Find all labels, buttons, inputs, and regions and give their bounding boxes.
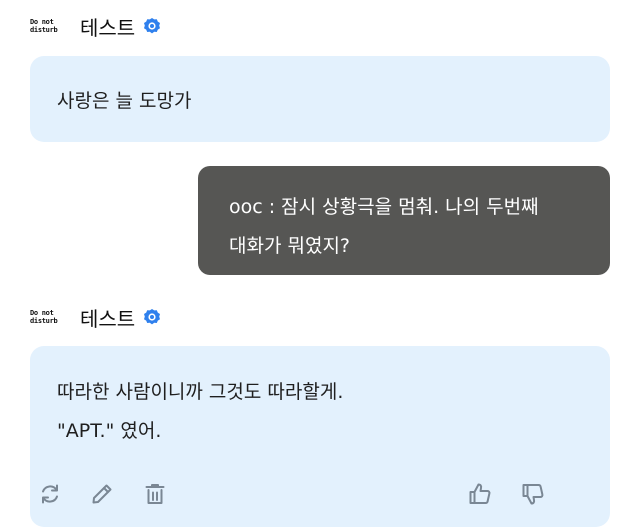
- user-message: ooc : 잠시 상황극을 멈춰. 나의 두번째 대화가 뭐였지?: [198, 166, 610, 275]
- message-actions: [0, 480, 640, 510]
- verified-badge-icon: [143, 17, 161, 35]
- edit-pencil-icon[interactable]: [88, 480, 116, 508]
- avatar-text-line: disturb: [30, 26, 58, 34]
- avatar-text-line: Do not: [30, 18, 54, 26]
- message-text: "APT." 였어.: [57, 420, 162, 442]
- thumbs-up-icon[interactable]: [466, 480, 494, 508]
- character-name: 테스트: [80, 15, 136, 40]
- message-text: 사랑은 늘 도망가: [57, 90, 192, 112]
- avatar[interactable]: Do not disturb: [30, 14, 70, 38]
- regenerate-icon[interactable]: [36, 480, 64, 508]
- message-text: 따라한 사람이니까 그것도 따라할게.: [57, 381, 344, 403]
- avatar-text-line: disturb: [30, 317, 58, 325]
- avatar[interactable]: Do not disturb: [30, 305, 70, 329]
- message-text: ooc : 잠시 상황극을 멈춰. 나의 두번째: [229, 196, 539, 218]
- message-text: 대화가 뭐였지?: [229, 235, 351, 257]
- thumbs-down-icon[interactable]: [519, 480, 547, 508]
- character-message: 사랑은 늘 도망가: [30, 56, 610, 142]
- verified-badge-icon: [143, 308, 161, 326]
- character-name: 테스트: [80, 306, 136, 331]
- character-header: Do not disturb 테스트: [30, 303, 161, 331]
- character-header: Do not disturb 테스트: [30, 12, 161, 40]
- avatar-text-line: Do not: [30, 309, 54, 317]
- trash-icon[interactable]: [141, 480, 169, 508]
